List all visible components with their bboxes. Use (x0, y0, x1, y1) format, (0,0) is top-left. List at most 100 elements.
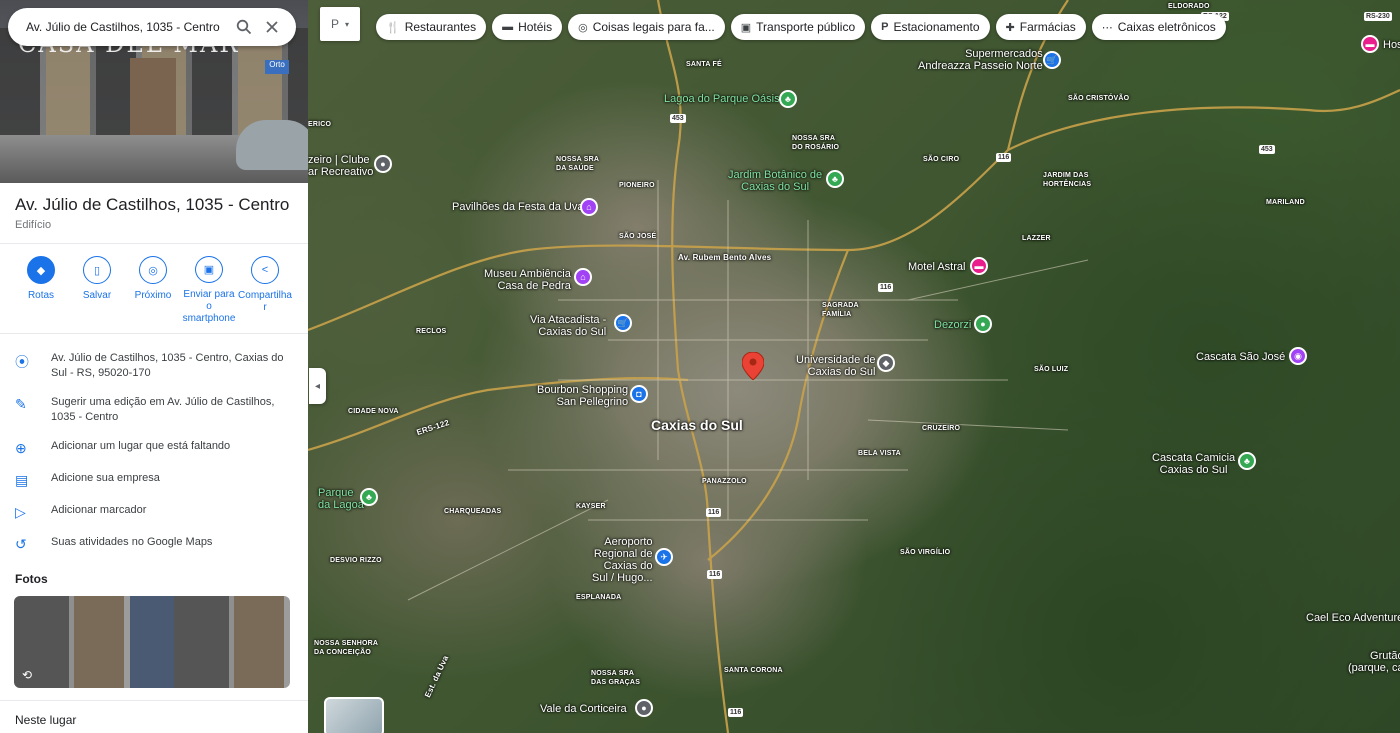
district-label: SANTA FÉ (686, 61, 722, 68)
hotel-icon: ▬ (502, 21, 514, 33)
place-type[interactable]: Edifício (15, 219, 293, 231)
chevron-left-icon: ◂ (314, 380, 321, 392)
chip-parking[interactable]: P Estacionamento (871, 14, 990, 40)
tree-icon[interactable]: ♣ (779, 90, 797, 108)
map-label-lagoa-oasis[interactable]: Lagoa do Parque Oásis (664, 93, 780, 105)
map-label-cascata-camicia[interactable]: Cascata Camicia Caxias do Sul (1152, 452, 1235, 476)
landmark-icon[interactable]: ● (374, 155, 392, 173)
landmark-icon[interactable]: ● (635, 699, 653, 717)
layers-button[interactable] (324, 697, 384, 733)
shopping-cart-icon[interactable]: 🛒 (1043, 51, 1061, 69)
map-canvas[interactable]: Supermercados Andreazza Passeio Norte Lag… (308, 0, 1400, 733)
map-label-pavilhoes[interactable]: Pavilhões da Festa da Uva (452, 201, 583, 213)
door-image (130, 58, 176, 138)
landmark-icon[interactable]: ⌂ (580, 198, 598, 216)
district-label: SÃO JOSÉ (619, 233, 657, 240)
directions-icon: ◆ (27, 256, 55, 284)
district-label: SÃO CRISTÓVÃO (1068, 95, 1130, 102)
road-shield: RS-230 (1364, 12, 1392, 21)
district-label: LAZZER (1022, 235, 1051, 242)
location-pin-icon[interactable] (742, 352, 764, 380)
map-label-jardim-botanico[interactable]: Jardim Botânico de Caxias do Sul (728, 169, 822, 193)
map-label-hos[interactable]: Hos (1383, 39, 1400, 51)
map-label-dezorzi[interactable]: Dezorzi (934, 319, 971, 331)
transit-icon: ▣ (740, 21, 752, 34)
map-label-aeroporto[interactable]: Aeroporto Regional de Caxias do Sul / Hugo.… (592, 536, 653, 584)
camera-icon[interactable]: ◉ (1289, 347, 1307, 365)
hotel-icon[interactable]: ▬ (970, 257, 988, 275)
save-button[interactable]: ▯ Salvar (69, 256, 125, 325)
map-label-cascata-sao-jose[interactable]: Cascata São José (1196, 351, 1285, 363)
district-label: BELA VISTA (858, 450, 901, 457)
street-view-icon: ⟲ (22, 668, 33, 682)
district-label: CIDADE NOVA (348, 408, 399, 415)
chip-pharmacy[interactable]: ✚ Farmácias (995, 14, 1086, 40)
district-label: SÃO CIRO (923, 156, 960, 163)
share-button[interactable]: < Compartilhar (237, 256, 293, 325)
district-label: NOSSA SRA DA SAÚDE (556, 156, 600, 172)
info-list: ⦿ Av. Júlio de Castilhos, 1035 - Centro,… (0, 334, 308, 560)
district-label: NOSSA SRA DAS GRAÇAS (591, 670, 641, 686)
hotel-icon[interactable]: ▬ (1361, 35, 1379, 53)
store-icon[interactable]: ● (974, 315, 992, 333)
map-label-supermercados[interactable]: Supermercados Andreazza Passeio Norte (918, 48, 1043, 72)
map-label-parque-lagoa[interactable]: Parque da Lagoa (318, 487, 364, 511)
street-view-photo[interactable]: ⟲ (14, 596, 290, 688)
chip-restaurants[interactable]: 🍴 Restaurantes (376, 14, 487, 40)
chip-things-to-do[interactable]: ◎ Coisas legais para fa... (568, 14, 725, 40)
map-label-city[interactable]: Caxias do Sul (651, 417, 743, 433)
layer-toggle-button[interactable]: P ▾ (320, 7, 360, 41)
address-row[interactable]: ⦿ Av. Júlio de Castilhos, 1035 - Centro,… (0, 344, 308, 388)
map-label-museu[interactable]: Museu Ambiência Casa de Pedra (484, 268, 571, 292)
district-label: SANTA CORONA (724, 667, 783, 674)
map-label-bourbon[interactable]: Bourbon Shopping San Pellegrino (537, 384, 628, 408)
search-icon[interactable] (230, 13, 258, 41)
map-label-ucs[interactable]: Universidade de Caxias do Sul (796, 354, 876, 378)
tree-icon[interactable]: ♣ (360, 488, 378, 506)
school-icon[interactable]: ◆ (877, 354, 895, 372)
road-shield: 116 (706, 508, 722, 517)
location-pin-icon: ⦿ (15, 354, 29, 370)
suggest-edit-row[interactable]: ✎ Sugerir uma edição em Av. Júlio de Cas… (0, 388, 308, 432)
activity-row[interactable]: ↺ Suas atividades no Google Maps (0, 528, 308, 560)
airport-icon[interactable]: ✈ (655, 548, 673, 566)
map-label-via-atacadista[interactable]: Via Atacadista - Caxias do Sul (530, 314, 606, 338)
district-label: SÃO VIRGÍLIO (900, 549, 951, 556)
shopping-bag-icon[interactable]: ◘ (630, 385, 648, 403)
directions-button[interactable]: ◆ Rotas (13, 256, 69, 325)
map-label-clube[interactable]: zeiro | Clube ar Recreativo (308, 154, 373, 178)
map-label-cael[interactable]: Cael Eco Adventure (1306, 612, 1400, 624)
place-title: Av. Júlio de Castilhos, 1035 - Centro (15, 195, 290, 214)
collapse-panel-button[interactable]: ◂ (309, 368, 326, 404)
pharmacy-icon: ✚ (1005, 21, 1015, 34)
search-box[interactable] (8, 8, 296, 46)
close-icon[interactable] (258, 13, 286, 41)
district-label: CRUZEIRO (922, 425, 961, 432)
map-label-vale-corticeira[interactable]: Vale da Corticeira (540, 703, 627, 715)
map-label-grutao[interactable]: Grutão(parque, ca (1348, 650, 1400, 674)
send-to-phone-button[interactable]: ▣ Enviar para o smartphone (181, 256, 237, 325)
tree-icon[interactable]: ♣ (826, 170, 844, 188)
district-label: CHARQUEADAS (444, 508, 502, 515)
nearby-button[interactable]: ◎ Próximo (125, 256, 181, 325)
shopping-cart-icon[interactable]: 🛒 (614, 314, 632, 332)
restaurant-icon: 🍴 (386, 21, 400, 34)
district-label: RECLOS (416, 328, 447, 335)
add-business-row[interactable]: ▤ Adicione sua empresa (0, 464, 308, 496)
map-label-motel-astral[interactable]: Motel Astral (908, 261, 965, 273)
camera-icon: ◎ (578, 21, 588, 34)
museum-icon[interactable]: ⌂ (574, 268, 592, 286)
search-input[interactable] (26, 20, 230, 34)
chip-hotels[interactable]: ▬ Hotéis (492, 14, 563, 40)
history-icon: ↺ (15, 536, 27, 552)
chip-transit[interactable]: ▣ Transporte público (730, 14, 866, 40)
add-label-row[interactable]: ▷ Adicionar marcador (0, 496, 308, 528)
add-missing-place-row[interactable]: ⊕ Adicionar um lugar que está faltando (0, 432, 308, 464)
chip-atm[interactable]: ⋯ Caixas eletrônicos (1091, 14, 1226, 40)
district-label: KAYSER (576, 503, 606, 510)
district-label: DESVIO RIZZO (330, 557, 382, 564)
road-shield: 453 (670, 114, 686, 123)
tree-icon[interactable]: ♣ (1238, 452, 1256, 470)
add-business-icon: ▤ (15, 472, 29, 488)
district-label: MARILAND (1266, 199, 1305, 206)
